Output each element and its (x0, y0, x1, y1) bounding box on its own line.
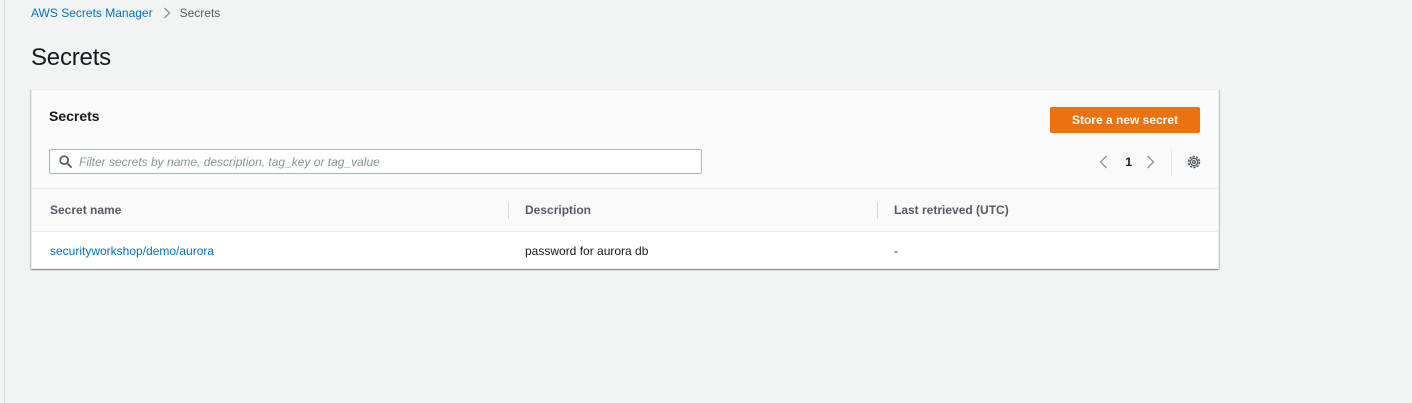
side-divider (4, 0, 5, 403)
table-row[interactable]: securityworkshop/demo/aurora password fo… (32, 233, 1218, 269)
container-header: Secrets Store a new secret 1 (32, 90, 1218, 189)
column-header-description[interactable]: Description (525, 189, 591, 231)
breadcrumb-service-link[interactable]: AWS Secrets Manager (31, 6, 153, 20)
section-title: Secrets (49, 108, 100, 124)
breadcrumb: AWS Secrets Manager Secrets (31, 5, 220, 21)
chevron-right-icon (163, 7, 171, 19)
secret-name-link[interactable]: securityworkshop/demo/aurora (50, 233, 214, 269)
search-icon (59, 155, 72, 168)
column-header-last-retrieved[interactable]: Last retrieved (UTC) (894, 189, 1009, 231)
column-divider (508, 202, 509, 219)
gear-icon[interactable] (1187, 155, 1201, 169)
store-new-secret-button[interactable]: Store a new secret (1050, 107, 1200, 133)
breadcrumb-current: Secrets (179, 6, 221, 20)
pager-divider (1171, 148, 1172, 176)
table-header-row: Secret name Description Last retrieved (… (32, 189, 1218, 232)
chevron-left-icon[interactable] (1099, 155, 1108, 169)
secrets-table-container: Secrets Store a new secret 1 (31, 89, 1219, 269)
secrets-page: AWS Secrets Manager Secrets Secrets Secr… (0, 0, 1412, 403)
secret-description: password for aurora db (525, 244, 649, 258)
column-header-secret-name[interactable]: Secret name (50, 189, 121, 231)
secret-last-retrieved: - (894, 244, 898, 258)
current-page-number[interactable]: 1 (1125, 155, 1132, 169)
chevron-right-icon[interactable] (1146, 155, 1155, 169)
page-title: Secrets (31, 44, 111, 71)
pagination: 1 (1099, 148, 1201, 176)
search-field[interactable] (49, 149, 702, 174)
column-divider (877, 202, 878, 219)
search-input[interactable] (79, 154, 701, 169)
